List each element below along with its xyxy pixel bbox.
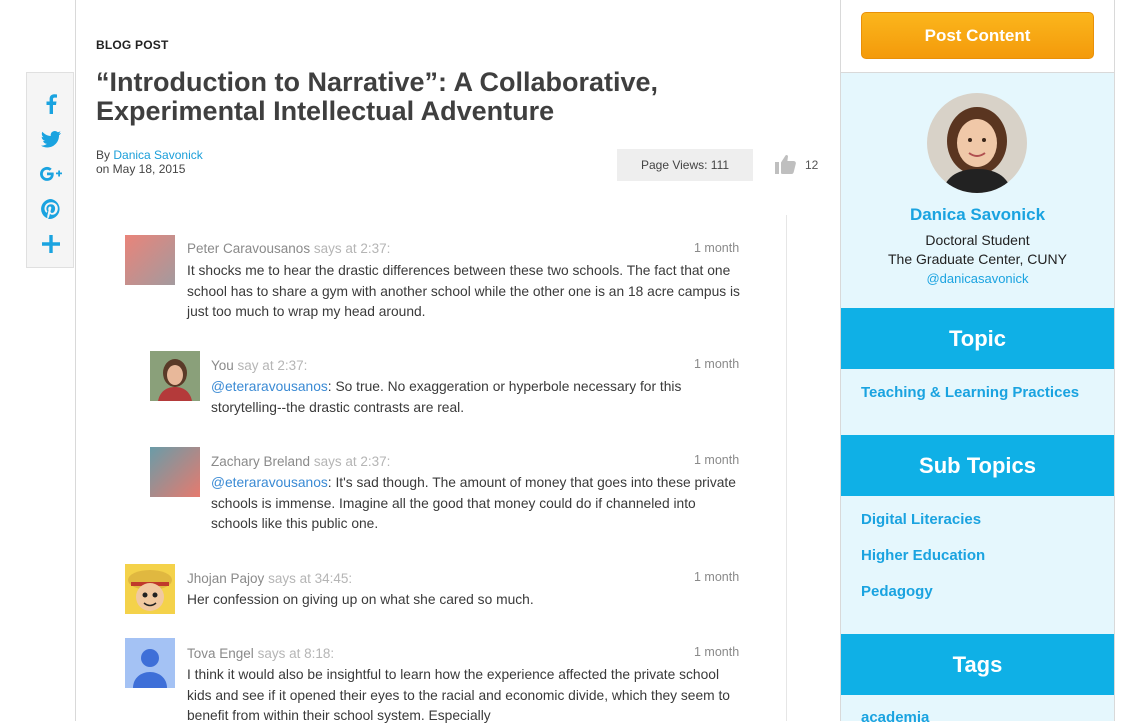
commenter-name: Tova Engel (187, 646, 254, 661)
comment-timestamp: says at 34:45: (268, 571, 353, 586)
comment-header: Jhojan Pajoy says at 34:45: (187, 571, 352, 586)
profile-photo[interactable] (927, 93, 1027, 193)
post-content-button[interactable]: Post Content (861, 12, 1094, 59)
commenter-name: Jhojan Pajoy (187, 571, 265, 586)
comment-header: Zachary Breland says at 2:37: (211, 454, 390, 469)
comment-timestamp: say at 2:37: (237, 358, 308, 373)
commenter-name: Zachary Breland (211, 454, 311, 469)
author-link[interactable]: Danica Savonick (113, 148, 202, 162)
comment-body: It shocks me to hear the drastic differe… (187, 263, 740, 319)
mention-link[interactable]: @eteraravousanos (211, 379, 328, 394)
comment-age: 1 month (694, 570, 740, 584)
byline: By Danica Savonick on May 18, 2015 (96, 148, 203, 176)
profile-name[interactable]: Danica Savonick (841, 205, 1114, 225)
comment-age: 1 month (694, 241, 740, 255)
comment-age: 1 month (694, 453, 740, 467)
avatar (125, 564, 175, 614)
google-plus-icon[interactable] (27, 159, 75, 189)
post-title: “Introduction to Narrative”: A Collabora… (96, 67, 659, 126)
profile-role: Doctoral Student (925, 232, 1030, 248)
pinterest-icon[interactable] (27, 194, 75, 224)
profile-institution: The Graduate Center, CUNY (888, 251, 1067, 267)
default-avatar-icon (125, 638, 175, 688)
subtopic-link[interactable]: Digital Literacies (861, 511, 981, 528)
tags-heading: Tags (841, 634, 1114, 695)
like-count: 12 (805, 158, 819, 172)
comment-header: You say at 2:37: (211, 358, 307, 373)
page-frame-right (1114, 0, 1115, 721)
topic-heading: Topic (841, 308, 1114, 369)
subtopic-link[interactable]: Pedagogy (861, 583, 933, 600)
post-type-label: BLOG POST (96, 38, 169, 52)
comment-timestamp: says at 2:37: (313, 454, 391, 469)
comment-header: Tova Engel says at 8:18: (187, 646, 334, 661)
comment-timestamp: says at 2:37: (313, 241, 391, 256)
comment-body: I think it would also be insightful to l… (187, 667, 730, 723)
plus-icon[interactable] (27, 229, 75, 259)
comment-body: Her confession on giving up on what she … (187, 592, 534, 607)
facebook-icon[interactable] (27, 89, 75, 119)
comment-age: 1 month (694, 357, 740, 371)
comment-header: Peter Caravousanos says at 2:37: (187, 241, 390, 256)
comment-text: @eteraravousanos: It's sad though. The a… (211, 473, 741, 535)
comment-text: I think it would also be insightful to l… (187, 665, 747, 727)
comment-text: @eteraravousanos: So true. No exaggerati… (211, 377, 741, 418)
comment-age: 1 month (694, 645, 740, 659)
topic-link[interactable]: Teaching & Learning Practices (861, 384, 1079, 401)
avatar (125, 235, 175, 285)
avatar (150, 351, 200, 401)
post-date: on May 18, 2015 (96, 162, 186, 176)
comments-divider (786, 215, 787, 721)
commenter-name: Peter Caravousanos (187, 241, 311, 256)
tag-link[interactable]: academia (861, 709, 929, 726)
social-share-bar (26, 72, 74, 268)
twitter-icon[interactable] (27, 124, 75, 154)
subtopics-heading: Sub Topics (841, 435, 1114, 496)
page-frame-left (75, 0, 76, 721)
comment-text: It shocks me to hear the drastic differe… (187, 261, 747, 323)
subtopic-link[interactable]: Higher Education (861, 547, 985, 564)
mention-link[interactable]: @eteraravousanos (211, 475, 328, 490)
avatar (150, 447, 200, 497)
commenter-name: You (211, 358, 234, 373)
page-views-badge: Page Views: 111 (617, 149, 753, 181)
profile-twitter-handle[interactable]: @danicasavonick (841, 271, 1114, 286)
byline-prefix: By (96, 148, 111, 162)
comment-timestamp: says at 8:18: (257, 646, 335, 661)
comment-text: Her confession on giving up on what she … (187, 590, 747, 611)
thumbs-up-icon[interactable] (775, 153, 797, 175)
